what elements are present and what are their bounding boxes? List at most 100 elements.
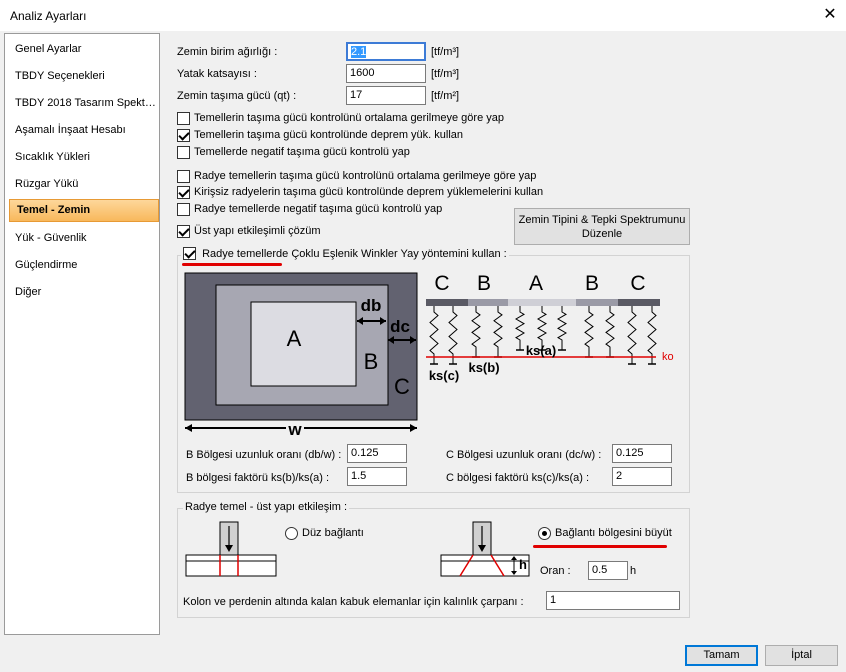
bed-coeff-unit: [tf/m³]: [431, 68, 460, 80]
c-ratio-label: C Bölgesi uzunluk oranı (dc/w) :: [446, 449, 602, 461]
section-b-right: B: [585, 272, 599, 295]
sidebar-item-sicaklik[interactable]: Sıcaklık Yükleri: [11, 147, 157, 167]
slab-a: [508, 299, 576, 306]
ko-label: ko: [662, 351, 674, 363]
spring-a-2: [557, 306, 567, 350]
db-label: db: [361, 296, 382, 315]
bearing-unit: [tf/m²]: [431, 90, 460, 102]
spring-c-left-1: [448, 306, 458, 364]
winkler-underline: [182, 263, 282, 266]
sidebar-item-temel-zemin[interactable]: Temel - Zemin: [9, 199, 159, 222]
ksa-label: ks(a): [526, 343, 556, 358]
slab-b-left: [468, 299, 508, 306]
spring-c-right-0: [627, 306, 637, 364]
bed-coeff-label: Yatak katsayısı :: [177, 68, 257, 80]
zone-b-label: B: [364, 349, 379, 374]
raft-group-title: Radye temel - üst yapı etkileşim :: [183, 501, 350, 513]
b-ratio-input[interactable]: 0.125: [347, 444, 407, 463]
check-ortalama-gerilme[interactable]: [177, 112, 190, 125]
ksb-label: ks(b): [468, 360, 499, 375]
radio-flat-connection[interactable]: [285, 527, 298, 540]
check-winkler[interactable]: [183, 247, 196, 260]
sidebar-item-diger[interactable]: Diğer: [11, 282, 157, 302]
ratio-unit: h: [630, 565, 637, 577]
thickness-input[interactable]: 1: [546, 591, 680, 610]
section-b-left: B: [477, 272, 491, 295]
title-bar: [0, 0, 846, 31]
slab-b-right: [576, 299, 618, 306]
check-ust-yapi-label: Üst yapı etkileşimli çözüm: [194, 225, 321, 237]
flat-connection-diagram: [185, 521, 277, 577]
sidebar-item-ruzgar[interactable]: Rüzgar Yükü: [11, 174, 157, 194]
unit-weight-label: Zemin birim ağırlığı :: [177, 46, 278, 58]
zone-c-label: C: [394, 374, 410, 399]
b-factor-input[interactable]: 1.5: [347, 467, 407, 486]
section-c-right: C: [630, 272, 645, 295]
thickness-label: Kolon ve perdenin altında kalan kabuk el…: [183, 596, 524, 608]
check-radye-ortalama-label: Radye temellerin taşıma gücü kontrolünü …: [194, 170, 537, 182]
winkler-group-header: Radye temellerde Çoklu Eşlenik Winkler Y…: [181, 247, 509, 262]
window-title: Analiz Ayarları: [10, 9, 87, 23]
sidebar: Genel Ayarlar TBDY Seçenekleri TBDY 2018…: [4, 33, 160, 635]
winkler-title: Radye temellerde Çoklu Eşlenik Winkler Y…: [202, 248, 507, 261]
bearing-input[interactable]: 17: [346, 86, 426, 105]
check-radye-ortalama[interactable]: [177, 170, 190, 183]
slab-c-left: [426, 299, 468, 306]
zone-a-rect: [250, 301, 357, 387]
sidebar-item-tbdy-secenekleri[interactable]: TBDY Seçenekleri: [11, 66, 157, 86]
enlarged-connection-diagram: [440, 521, 530, 577]
check-negatif-tasima-label: Temellerde negatif taşıma gücü kontrolü …: [194, 146, 410, 158]
check-radye-negatif[interactable]: [177, 203, 190, 216]
sidebar-item-asamali-insaat[interactable]: Aşamalı İnşaat Hesabı: [11, 120, 157, 140]
sidebar-item-guclendirme[interactable]: Güçlendirme: [11, 255, 157, 275]
ratio-label: Oran :: [540, 565, 571, 577]
ratio-input[interactable]: 0.5: [588, 561, 628, 580]
ksc-label: ks(c): [429, 368, 459, 383]
zone-plan-diagram: A B C db dc w: [184, 272, 418, 439]
section-c-left: C: [434, 272, 449, 295]
check-deprem-yuk-label: Temellerin taşıma gücü kontrolünde depre…: [194, 129, 464, 141]
zone-a-label: A: [287, 326, 302, 351]
spring-c-right-1: [647, 306, 657, 364]
h-label: h: [519, 557, 527, 572]
spring-b-right-1: [605, 306, 615, 357]
enlarged-underline: [533, 545, 667, 548]
c-factor-input[interactable]: 2: [612, 467, 672, 486]
spring-section-diagram: C B A B C ks(a) ks(b) ks(c) ko: [426, 272, 674, 383]
spring-a-0: [515, 306, 525, 350]
spring-b-right-0: [584, 306, 594, 357]
radio-flat-connection-label: Düz bağlantı: [302, 527, 364, 539]
b-factor-label: B bölgesi faktörü ks(b)/ks(a) :: [186, 472, 330, 484]
check-radye-negatif-label: Radye temellerde negatif taşıma gücü kon…: [194, 203, 443, 215]
bed-coeff-input[interactable]: 1600: [346, 64, 426, 83]
c-factor-label: C bölgesi faktörü ks(c)/ks(a) :: [446, 472, 590, 484]
check-kirissiz-deprem-label: Kirişsiz radyelerin taşıma gücü kontrolü…: [194, 186, 544, 198]
w-label: w: [287, 420, 302, 439]
unit-weight-input[interactable]: 2.1: [346, 42, 426, 61]
spring-c-left-0: [429, 306, 439, 364]
spectrum-edit-button[interactable]: Zemin Tipini & Tepki Spektrumunu Düzenle: [514, 208, 690, 245]
check-ust-yapi[interactable]: [177, 225, 190, 238]
slab-c-right: [618, 299, 660, 306]
bearing-label: Zemin taşıma gücü (qt) :: [177, 90, 297, 102]
check-kirissiz-deprem[interactable]: [177, 186, 190, 199]
spectrum-button-line1: Zemin Tipini & Tepki Spektrumunu: [518, 214, 686, 226]
check-deprem-yuk[interactable]: [177, 129, 190, 142]
spring-b-left-0: [471, 306, 481, 357]
close-icon[interactable]: ✕: [817, 2, 843, 28]
cancel-button[interactable]: İptal: [765, 645, 838, 666]
spring-b-left-1: [493, 306, 503, 357]
dc-label: dc: [390, 317, 410, 336]
ok-button[interactable]: Tamam: [685, 645, 758, 666]
sidebar-item-yuk-guvenlik[interactable]: Yük - Güvenlik: [11, 228, 157, 248]
unit-weight-unit: [tf/m³]: [431, 46, 460, 58]
check-ortalama-gerilme-label: Temellerin taşıma gücü kontrolünü ortala…: [194, 112, 504, 124]
spectrum-button-line2: Düzenle: [581, 228, 623, 240]
sidebar-item-genel-ayarlar[interactable]: Genel Ayarlar: [11, 39, 157, 59]
sidebar-item-tbdy-2018-spektrum[interactable]: TBDY 2018 Tasarım Spekt…: [11, 93, 157, 113]
c-ratio-input[interactable]: 0.125: [612, 444, 672, 463]
check-negatif-tasima[interactable]: [177, 146, 190, 159]
b-ratio-label: B Bölgesi uzunluk oranı (db/w) :: [186, 449, 342, 461]
radio-enlarged-connection[interactable]: [538, 527, 551, 540]
section-a: A: [529, 272, 543, 295]
